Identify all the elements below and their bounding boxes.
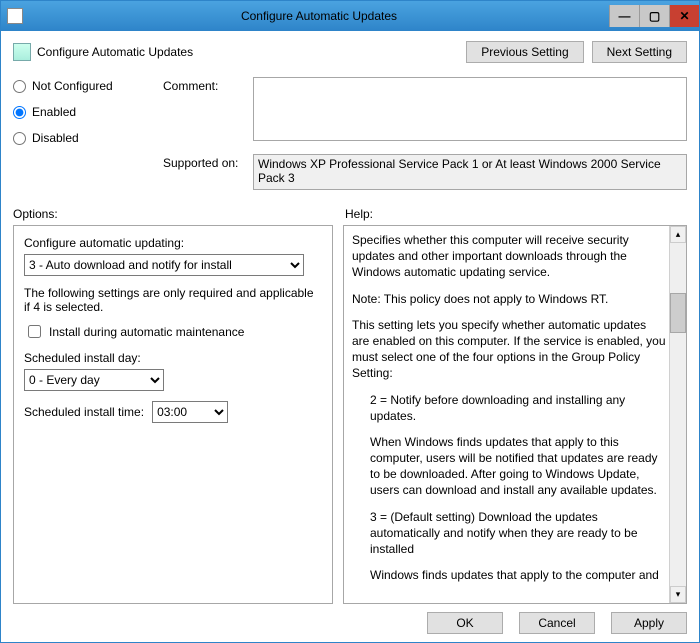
help-pane: Specifies whether this computer will rec… — [343, 225, 687, 604]
options-note: The following settings are only required… — [24, 286, 322, 314]
scroll-thumb[interactable] — [670, 293, 686, 333]
window-title: Configure Automatic Updates — [29, 9, 609, 23]
configure-updating-select[interactable]: 2 - Notify for download and notify for i… — [24, 254, 304, 276]
next-setting-button[interactable]: Next Setting — [592, 41, 687, 63]
window-control-buttons: — ▢ ✕ — [609, 5, 699, 27]
header-row: Configure Automatic Updates Previous Set… — [13, 41, 687, 63]
radio-disabled-label: Disabled — [32, 131, 79, 145]
comment-label: Comment: — [163, 77, 253, 144]
help-p1: Specifies whether this computer will rec… — [352, 232, 666, 281]
cancel-button[interactable]: Cancel — [519, 612, 595, 634]
apply-button[interactable]: Apply — [611, 612, 687, 634]
maximize-button[interactable]: ▢ — [639, 5, 669, 27]
help-p2: Note: This policy does not apply to Wind… — [352, 291, 666, 307]
pane-labels: Options: Help: — [13, 207, 687, 221]
scroll-up-arrow-icon[interactable]: ▴ — [670, 226, 686, 243]
supported-on-text: Windows XP Professional Service Pack 1 o… — [253, 154, 687, 190]
scheduled-day-label: Scheduled install day: — [24, 351, 322, 365]
state-radios: Not Configured Enabled Disabled — [13, 77, 163, 193]
scheduled-day-select[interactable]: 0 - Every day1 - Every Sunday2 - Every M… — [24, 369, 164, 391]
install-during-maintenance-input[interactable] — [28, 325, 41, 338]
minimize-button[interactable]: — — [609, 5, 639, 27]
help-scrollbar[interactable]: ▴ ▾ — [669, 226, 686, 603]
close-button[interactable]: ✕ — [669, 5, 699, 27]
ok-button[interactable]: OK — [427, 612, 503, 634]
radio-not-configured[interactable]: Not Configured — [13, 79, 163, 93]
help-p4: 2 = Notify before downloading and instal… — [352, 392, 666, 424]
help-p5: When Windows finds updates that apply to… — [352, 434, 666, 499]
install-during-maintenance-checkbox[interactable]: Install during automatic maintenance — [24, 322, 322, 341]
system-icon — [7, 8, 23, 24]
options-pane: Configure automatic updating: 2 - Notify… — [13, 225, 333, 604]
dialog-window: Configure Automatic Updates — ▢ ✕ Config… — [0, 0, 700, 643]
scroll-down-arrow-icon[interactable]: ▾ — [670, 586, 686, 603]
titlebar: Configure Automatic Updates — ▢ ✕ — [1, 1, 699, 31]
radio-not-configured-label: Not Configured — [32, 79, 113, 93]
comment-textarea[interactable] — [253, 77, 687, 141]
options-label: Options: — [13, 207, 345, 221]
scheduled-time-select[interactable]: 00:0001:0002:0003:0004:0005:00 — [152, 401, 228, 423]
dialog-content: Configure Automatic Updates Previous Set… — [1, 31, 699, 642]
previous-setting-button[interactable]: Previous Setting — [466, 41, 583, 63]
help-label: Help: — [345, 207, 373, 221]
help-p7: Windows finds updates that apply to the … — [352, 567, 666, 583]
radio-enabled[interactable]: Enabled — [13, 105, 163, 119]
policy-title: Configure Automatic Updates — [37, 45, 466, 59]
supported-label: Supported on: — [163, 154, 253, 193]
radio-enabled-input[interactable] — [13, 106, 26, 119]
radio-disabled-input[interactable] — [13, 132, 26, 145]
help-p3: This setting lets you specify whether au… — [352, 317, 666, 382]
radio-not-configured-input[interactable] — [13, 80, 26, 93]
radio-enabled-label: Enabled — [32, 105, 76, 119]
scheduled-time-label: Scheduled install time: — [24, 405, 144, 419]
configure-updating-label: Configure automatic updating: — [24, 236, 322, 250]
top-grid: Not Configured Enabled Disabled Comment:… — [13, 77, 687, 193]
policy-icon — [13, 43, 31, 61]
help-text: Specifies whether this computer will rec… — [352, 232, 686, 583]
panes: Configure automatic updating: 2 - Notify… — [13, 225, 687, 604]
dialog-footer: OK Cancel Apply — [13, 604, 687, 634]
radio-disabled[interactable]: Disabled — [13, 131, 163, 145]
scroll-track[interactable] — [670, 243, 686, 586]
install-during-maintenance-label: Install during automatic maintenance — [49, 325, 244, 339]
help-p6: 3 = (Default setting) Download the updat… — [352, 509, 666, 558]
